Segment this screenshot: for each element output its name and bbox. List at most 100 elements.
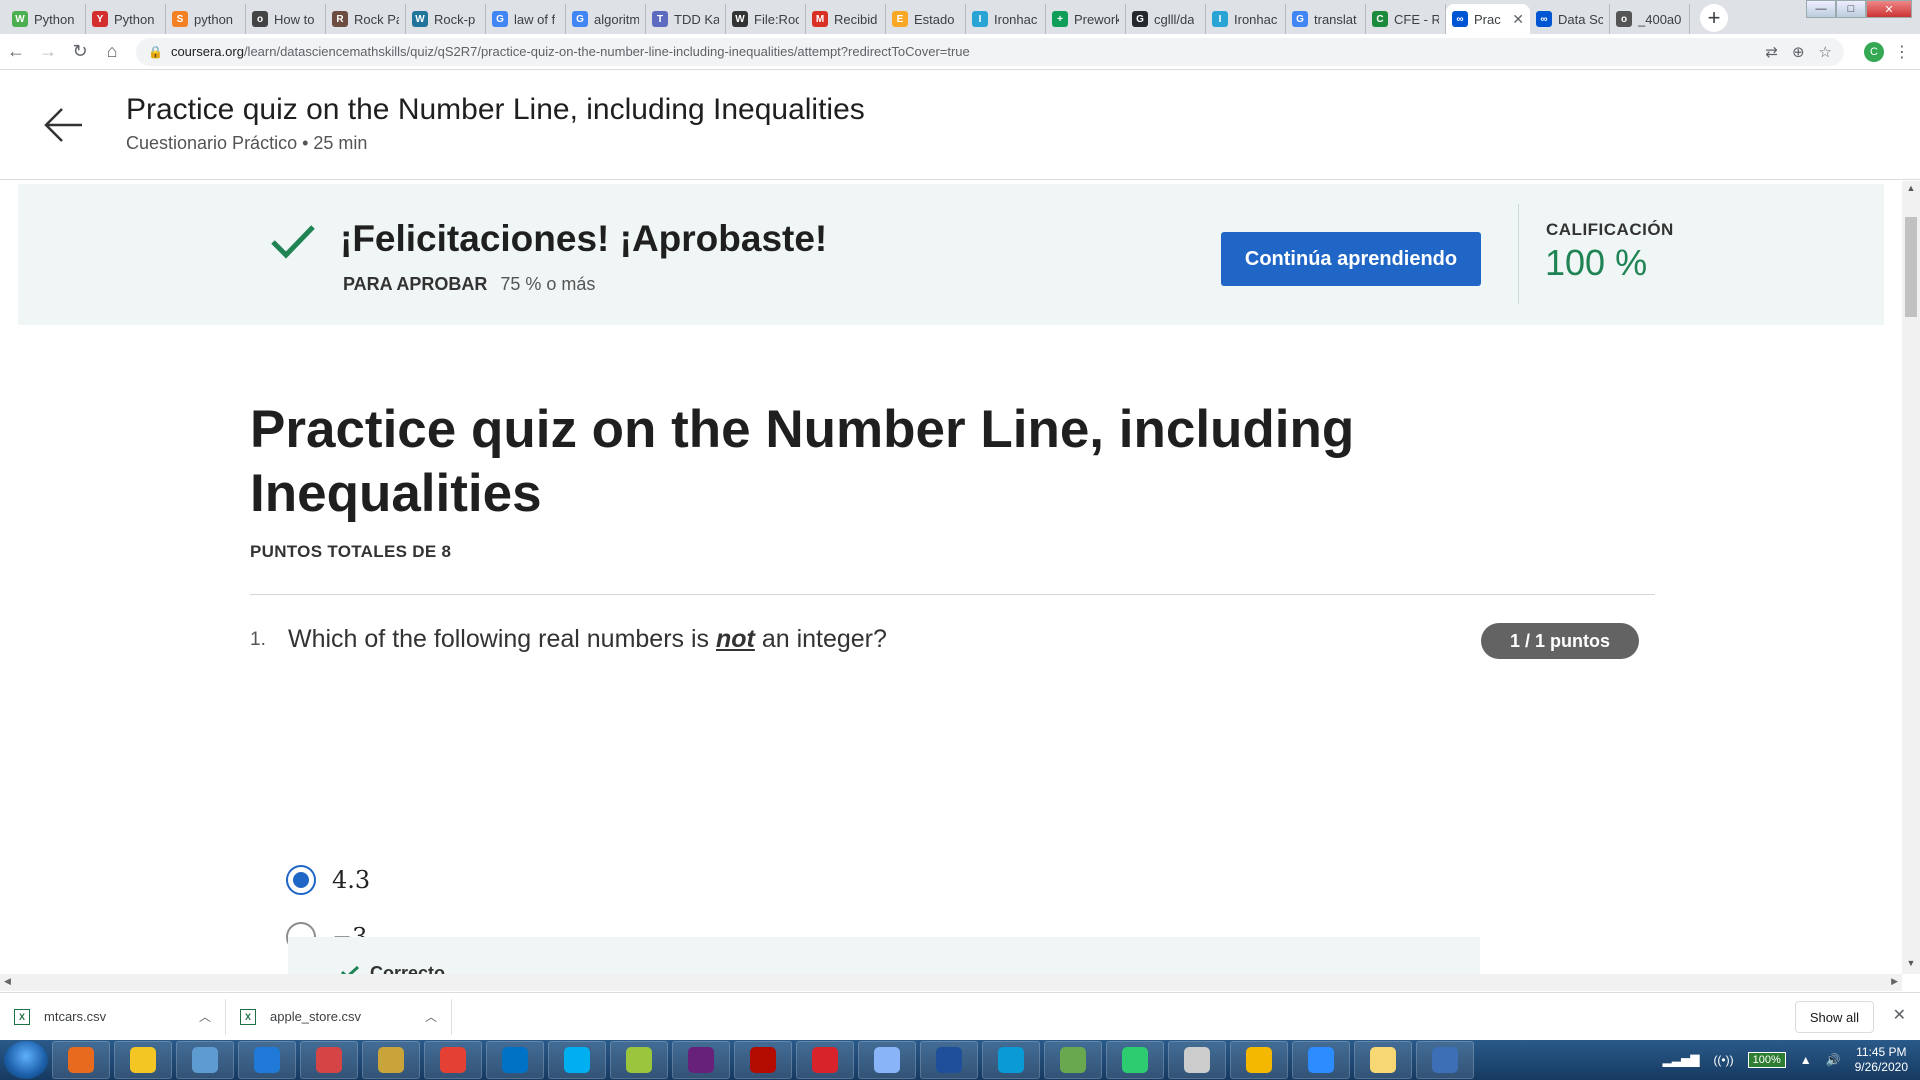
banner-divider	[1518, 204, 1519, 304]
zoom-icon[interactable]: ⊕	[1792, 43, 1805, 61]
app-icon	[1432, 1047, 1458, 1073]
browser-tab[interactable]: R Rock Pa	[326, 4, 406, 34]
taskbar-app-icon[interactable]	[858, 1041, 916, 1079]
browser-tab[interactable]: T TDD Ka	[646, 4, 726, 34]
favicon-icon: I	[1212, 11, 1228, 27]
radio-button[interactable]	[286, 865, 316, 895]
taskbar-app-icon[interactable]	[114, 1041, 172, 1079]
scroll-up-arrow-icon[interactable]: ▲	[1902, 183, 1920, 197]
browser-menu-icon[interactable]: ⋮	[1894, 42, 1910, 62]
forward-icon[interactable]: →	[32, 36, 64, 68]
back-icon[interactable]: ←	[0, 36, 32, 68]
taskbar-app-icon[interactable]	[362, 1041, 420, 1079]
battery-indicator[interactable]: 100%	[1747, 1052, 1786, 1068]
address-bar[interactable]: 🔒 coursera.org /learn/datasciencemathski…	[136, 37, 1844, 66]
browser-tab[interactable]: Glaw of f	[486, 4, 566, 34]
browser-tab[interactable]: I Ironhac	[966, 4, 1046, 34]
taskbar-app-icon[interactable]	[672, 1041, 730, 1079]
browser-tab[interactable]: Spython	[166, 4, 246, 34]
taskbar-app-icon[interactable]	[610, 1041, 668, 1079]
scrollbar-thumb[interactable]	[1905, 217, 1917, 317]
taskbar-app-icon[interactable]	[300, 1041, 358, 1079]
browser-tab[interactable]: I Ironhac	[1206, 4, 1286, 34]
continue-learning-button[interactable]: Continúa aprendiendo	[1221, 232, 1481, 286]
taskbar-app-icon[interactable]	[238, 1041, 296, 1079]
back-arrow-icon[interactable]	[42, 103, 86, 147]
browser-tab[interactable]: o _400a0	[1610, 4, 1690, 34]
scroll-down-arrow-icon[interactable]: ▼	[1902, 958, 1920, 972]
favicon-icon: M	[812, 11, 828, 27]
scroll-right-arrow-icon[interactable]: ▶	[1891, 976, 1898, 987]
bookmark-star-icon[interactable]: ☆	[1819, 43, 1832, 61]
browser-tab[interactable]: E Estado	[886, 4, 966, 34]
taskbar-app-icon[interactable]	[796, 1041, 854, 1079]
taskbar-app-icon[interactable]	[1416, 1041, 1474, 1079]
question-number: 1.	[250, 629, 266, 650]
taskbar-app-icon[interactable]	[1106, 1041, 1164, 1079]
favicon-icon: R	[332, 11, 348, 27]
vertical-scrollbar[interactable]: ▲ ▼	[1902, 181, 1920, 974]
maximize-button[interactable]: □	[1836, 0, 1866, 18]
show-all-downloads-button[interactable]: Show all	[1794, 1001, 1874, 1033]
favicon-icon: C	[1372, 11, 1388, 27]
download-item[interactable]: X mtcars.csv ︿	[0, 998, 226, 1035]
browser-tab[interactable]: ∞ Prac ✕	[1446, 4, 1530, 34]
favicon-icon: S	[172, 11, 188, 27]
translate-icon[interactable]: ⇄	[1765, 43, 1778, 61]
browser-tab[interactable]: W File:Roc	[726, 4, 806, 34]
reload-icon[interactable]: ↻	[64, 36, 96, 68]
browser-tab[interactable]: Gcglll/da	[1126, 4, 1206, 34]
taskbar-app-icon[interactable]	[486, 1041, 544, 1079]
excel-file-icon: X	[240, 1008, 256, 1025]
taskbar-app-icon[interactable]	[52, 1041, 110, 1079]
browser-tab[interactable]: Y Python	[86, 4, 166, 34]
horizontal-scrollbar[interactable]: ◀ ▶	[0, 974, 1902, 991]
window-close-button[interactable]: ✕	[1866, 0, 1912, 18]
taskbar-app-icon[interactable]	[1354, 1041, 1412, 1079]
scroll-left-arrow-icon[interactable]: ◀	[4, 976, 11, 987]
taskbar-app-icon[interactable]	[920, 1041, 978, 1079]
chevron-up-icon[interactable]: ︿	[425, 1008, 437, 1025]
network-icon[interactable]: ▂▃▅▇	[1663, 1053, 1700, 1067]
minimize-button[interactable]: —	[1806, 0, 1836, 18]
profile-avatar[interactable]: C	[1864, 41, 1884, 62]
close-downloads-icon[interactable]: ✕	[1893, 1005, 1906, 1025]
wireless-icon[interactable]: ((•))	[1713, 1053, 1733, 1067]
chevron-up-icon[interactable]: ︿	[199, 1008, 211, 1025]
show-hidden-icons-icon[interactable]: ▲	[1800, 1053, 1812, 1067]
browser-tab[interactable]: + Prework	[1046, 4, 1126, 34]
browser-tab[interactable]: Gtranslat	[1286, 4, 1366, 34]
start-button[interactable]	[4, 1041, 48, 1079]
taskbar-app-icon[interactable]	[1044, 1041, 1102, 1079]
app-icon	[1122, 1047, 1148, 1073]
app-icon	[998, 1047, 1024, 1073]
taskbar-app-icon[interactable]	[982, 1041, 1040, 1079]
browser-tab[interactable]: ∞ Data Sc	[1530, 4, 1610, 34]
tab-close-icon[interactable]: ✕	[1508, 11, 1524, 28]
taskbar-app-icon[interactable]	[734, 1041, 792, 1079]
taskbar-app-icon[interactable]	[1292, 1041, 1350, 1079]
taskbar-app-icon[interactable]	[1230, 1041, 1288, 1079]
taskbar-clock[interactable]: 11:45 PM 9/26/2020	[1855, 1045, 1908, 1075]
browser-tab[interactable]: M Recibid	[806, 4, 886, 34]
browser-tab[interactable]: W Python	[6, 4, 86, 34]
browser-tab[interactable]: Galgoritm	[566, 4, 646, 34]
favicon-icon: E	[892, 11, 908, 27]
taskbar-app-icon[interactable]	[548, 1041, 606, 1079]
lock-icon: 🔒	[148, 44, 163, 59]
taskbar-app-icon[interactable]	[424, 1041, 482, 1079]
section-divider	[250, 594, 1655, 595]
taskbar-app-icon[interactable]	[176, 1041, 234, 1079]
home-icon[interactable]: ⌂	[96, 36, 128, 68]
question-text-after: an integer?	[761, 625, 887, 653]
browser-tab-label: Rock Pa	[354, 11, 399, 27]
browser-tab[interactable]: W Rock-p	[406, 4, 486, 34]
download-item[interactable]: X apple_store.csv ︿	[226, 998, 452, 1035]
browser-tab-label: CFE - R	[1394, 11, 1439, 27]
browser-tab[interactable]: o How to	[246, 4, 326, 34]
answer-option[interactable]: 4.3	[286, 865, 370, 895]
volume-icon[interactable]: 🔊	[1826, 1053, 1841, 1067]
new-tab-button[interactable]: +	[1700, 4, 1728, 32]
browser-tab[interactable]: C CFE - R	[1366, 4, 1446, 34]
taskbar-app-icon[interactable]	[1168, 1041, 1226, 1079]
